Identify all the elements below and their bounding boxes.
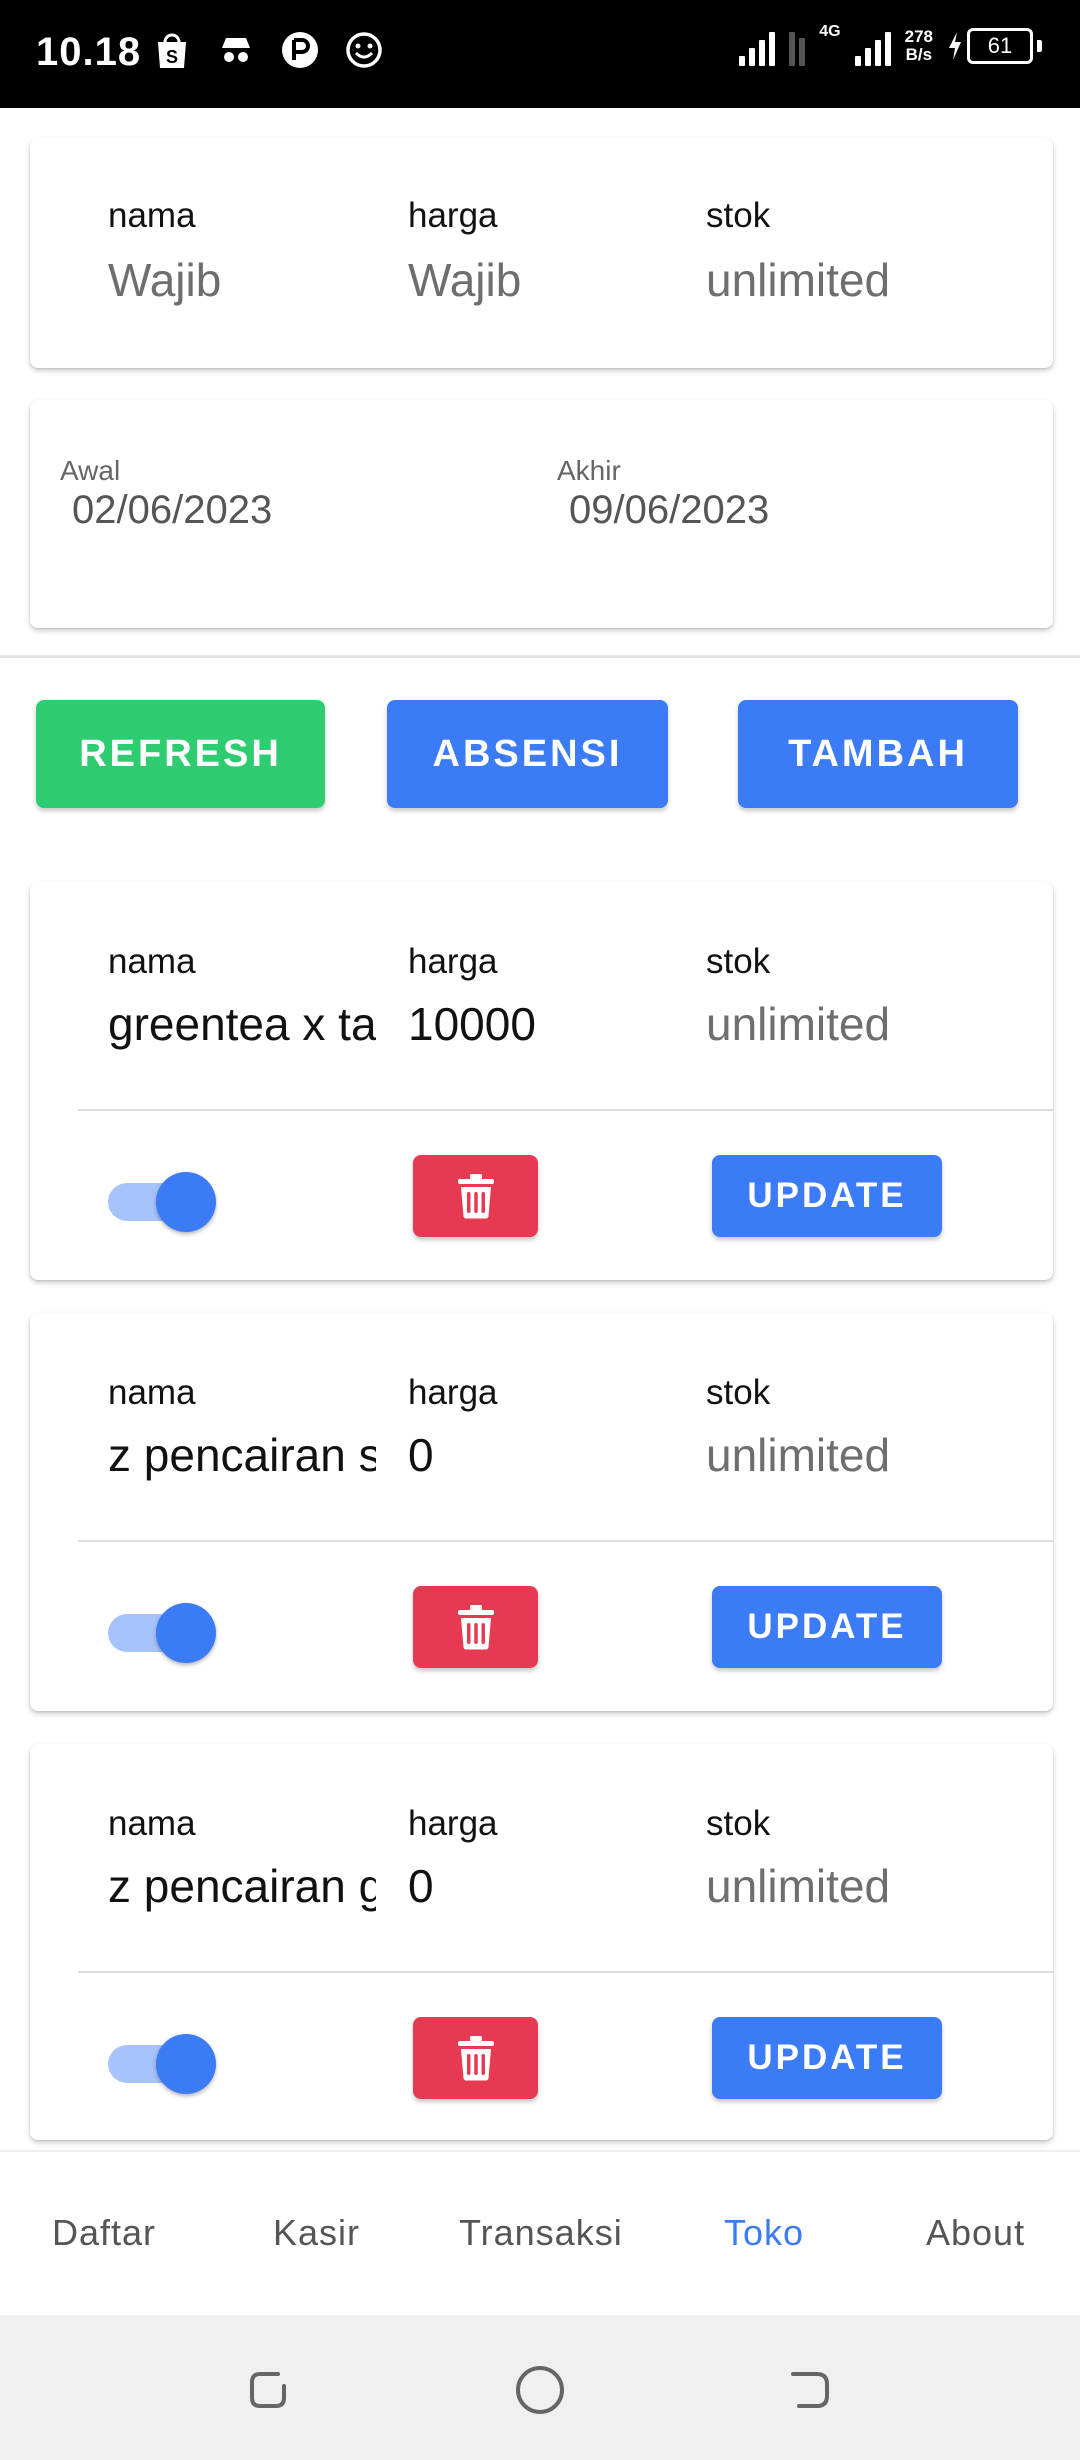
product-harga-value: 0 — [408, 1860, 434, 1912]
product-harga-value: 10000 — [408, 998, 536, 1050]
net-speed-value: 278 — [904, 27, 933, 46]
product-stok-value: unlimited — [706, 1429, 891, 1481]
signal-icon — [739, 26, 776, 66]
product-card: nama z pencairan g harga 0 stok unlimite… — [30, 1744, 1053, 2140]
header-harga-label: harga — [408, 196, 498, 235]
svg-text:S: S — [166, 47, 178, 67]
product-nama-value: z pencairan s — [108, 1429, 376, 1481]
start-date-label: Awal — [60, 455, 121, 486]
incognito-icon — [216, 30, 256, 70]
product-harga-value: 0 — [408, 1429, 434, 1481]
product-harga-label: harga — [408, 1373, 498, 1412]
start-date-value: 02/06/2023 — [72, 488, 273, 532]
active-toggle[interactable] — [108, 2027, 216, 2094]
product-stok-label: stok — [706, 942, 771, 981]
product-stok-value: unlimited — [706, 998, 891, 1050]
trash-icon — [457, 1605, 494, 1650]
net-speed-unit: B/s — [905, 45, 933, 64]
nav-toko[interactable]: Toko — [724, 2212, 804, 2254]
data-arrows-icon — [789, 26, 806, 66]
delete-button[interactable] — [413, 1586, 538, 1668]
trash-icon — [457, 1174, 494, 1219]
card-divider — [78, 1971, 1053, 1973]
product-stok-value: unlimited — [706, 1860, 891, 1912]
header-stok-value: unlimited — [706, 254, 891, 306]
nav-kasir[interactable]: Kasir — [273, 2212, 360, 2254]
smiley-icon — [344, 30, 384, 70]
delete-button[interactable] — [413, 2017, 538, 2099]
notification-icons: S — [152, 30, 384, 70]
battery-level: 61 — [967, 28, 1033, 64]
card-divider — [78, 1109, 1053, 1111]
system-navigation-bar — [0, 2315, 1080, 2460]
signal-4g-icon — [854, 26, 891, 66]
trash-icon — [457, 2036, 494, 2081]
toggle-thumb — [156, 1603, 216, 1663]
update-button[interactable]: UPDATE — [712, 1586, 942, 1668]
delete-button[interactable] — [413, 1155, 538, 1237]
product-nama-value: greentea x ta — [108, 998, 376, 1050]
header-nama-value: Wajib — [108, 254, 222, 306]
end-date-label: Akhir — [557, 455, 621, 486]
toggle-thumb — [156, 2034, 216, 2094]
update-button[interactable]: UPDATE — [712, 1155, 942, 1237]
net-speed: 278 B/s — [905, 28, 933, 64]
nav-daftar[interactable]: Daftar — [52, 2212, 156, 2254]
header-harga-value: Wajib — [408, 254, 522, 306]
battery-cap — [1037, 40, 1042, 52]
home-icon[interactable] — [515, 2365, 565, 2415]
product-nama-label: nama — [108, 1804, 196, 1843]
section-divider — [0, 655, 1080, 658]
date-range-card: Awal 02/06/2023 Akhir 09/06/2023 — [30, 400, 1053, 628]
back-icon[interactable] — [785, 2365, 835, 2415]
update-button[interactable]: UPDATE — [712, 2017, 942, 2099]
refresh-button[interactable]: REFRESH — [36, 700, 325, 808]
tambah-button[interactable]: TAMBAH — [738, 700, 1018, 808]
recent-apps-icon[interactable] — [245, 2365, 295, 2415]
battery-indicator: 61 — [947, 28, 1042, 64]
active-toggle[interactable] — [108, 1165, 216, 1232]
product-nama-label: nama — [108, 1373, 196, 1412]
system-indicators: 4G 278 B/s 61 — [739, 23, 1042, 66]
product-harga-label: harga — [408, 942, 498, 981]
card-divider — [78, 1540, 1053, 1542]
header-card: nama Wajib harga Wajib stok unlimited — [30, 138, 1053, 368]
start-date-field[interactable]: Awal 02/06/2023 — [30, 400, 525, 628]
product-card: nama greentea x ta harga 10000 stok unli… — [30, 882, 1053, 1280]
nav-about[interactable]: About — [926, 2212, 1025, 2254]
header-stok-label: stok — [706, 196, 771, 235]
active-toggle[interactable] — [108, 1596, 216, 1663]
shopee-icon: S — [152, 30, 192, 70]
product-stok-label: stok — [706, 1804, 771, 1843]
header-nama-label: nama — [108, 196, 196, 235]
bottom-navigation: Daftar Kasir Transaksi Toko About — [0, 2150, 1080, 2317]
product-nama-label: nama — [108, 942, 196, 981]
charging-icon — [949, 32, 961, 60]
absensi-button[interactable]: ABSENSI — [387, 700, 668, 808]
app-icon — [280, 30, 320, 70]
product-stok-label: stok — [706, 1373, 771, 1412]
product-card: nama z pencairan s harga 0 stok unlimite… — [30, 1313, 1053, 1711]
product-nama-value: z pencairan g — [108, 1860, 376, 1912]
nav-transaksi[interactable]: Transaksi — [459, 2212, 623, 2254]
clock: 10.18 — [36, 30, 142, 74]
product-harga-label: harga — [408, 1804, 498, 1843]
end-date-field[interactable]: Akhir 09/06/2023 — [525, 400, 1053, 628]
end-date-value: 09/06/2023 — [569, 488, 770, 532]
status-bar: 10.18 S 4G 278 B/s 61 — [0, 0, 1080, 108]
toggle-thumb — [156, 1172, 216, 1232]
network-type: 4G — [819, 23, 841, 40]
